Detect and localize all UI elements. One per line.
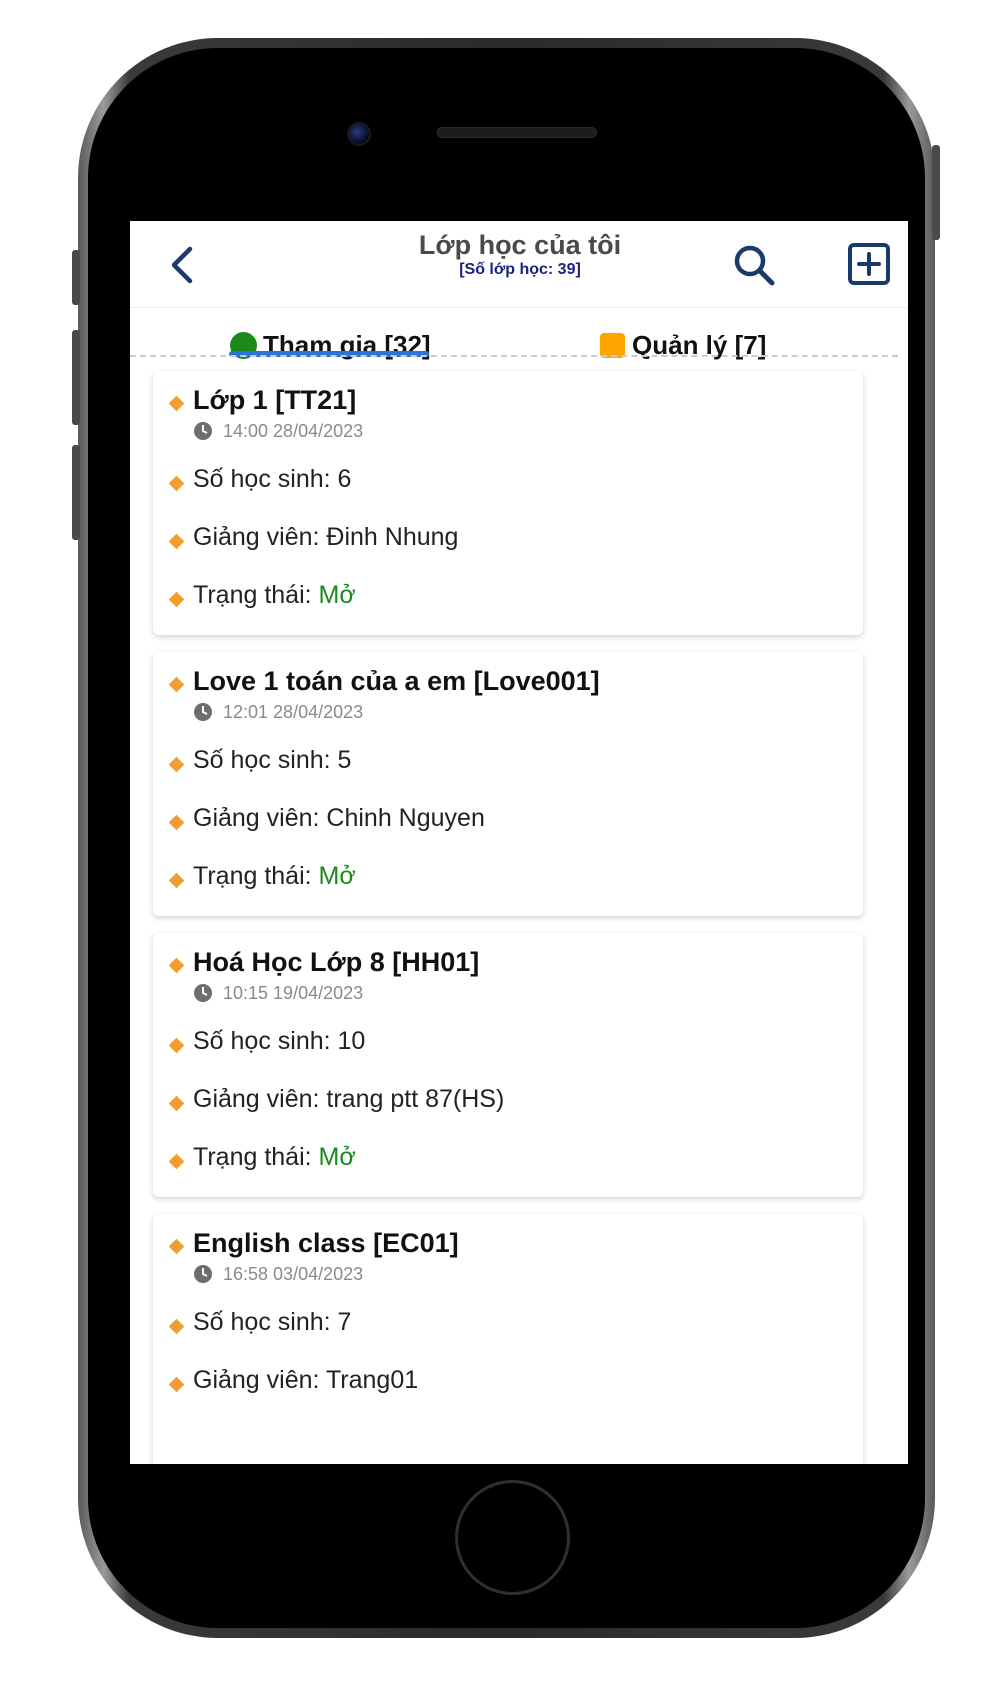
status-value: Mở — [318, 862, 356, 890]
back-button[interactable] — [164, 243, 204, 287]
search-icon — [734, 245, 775, 286]
class-status: Trạng thái: Mở — [193, 862, 356, 891]
earpiece-speaker — [437, 127, 597, 138]
diamond-bullet-icon — [168, 475, 185, 492]
page-title: Lớp học của tôi — [418, 230, 622, 260]
diamond-bullet-icon — [168, 395, 185, 412]
class-created-time: 16:58 03/04/2023 — [223, 1264, 364, 1284]
diamond-bullet-icon — [168, 1153, 185, 1170]
class-title: Lớp 1 [TT21] — [193, 385, 357, 415]
status-value: Mở — [318, 581, 356, 609]
student-count: Số học sinh: 6 — [193, 465, 352, 493]
tab-divider — [130, 355, 898, 357]
class-count-subtitle: [Số lớp học: 39] — [459, 261, 581, 278]
add-class-button[interactable] — [846, 241, 892, 287]
class-title: Love 1 toán của a em [Love001] — [193, 666, 600, 696]
class-status: Trạng thái: Mở — [193, 581, 356, 610]
header-title-group: Lớp học của tôi [Số lớp học: 39] — [330, 229, 710, 279]
diamond-bullet-icon — [168, 872, 185, 889]
app-screen: Lớp học của tôi [Số lớp học: 39] Tham gi… — [130, 221, 908, 1464]
clock-icon — [194, 984, 212, 1002]
class-created-time: 14:00 28/04/2023 — [223, 421, 364, 441]
student-count: Số học sinh: 7 — [193, 1308, 352, 1336]
diamond-bullet-icon — [168, 591, 185, 608]
app-header: Lớp học của tôi [Số lớp học: 39] — [130, 221, 908, 308]
home-button[interactable] — [455, 1480, 570, 1595]
add-square-icon — [848, 243, 890, 285]
diamond-bullet-icon — [168, 957, 185, 974]
status-label: Trạng thái: — [193, 862, 319, 890]
class-title: Hoá Học Lớp 8 [HH01] — [193, 947, 480, 977]
student-count: Số học sinh: 5 — [193, 746, 352, 774]
class-card[interactable]: Love 1 toán của a em [Love001] 12:01 28/… — [153, 652, 863, 916]
class-card[interactable]: English class [EC01] 16:58 03/04/2023 Số… — [153, 1214, 863, 1464]
class-status: Trạng thái: Mở — [193, 1143, 356, 1172]
class-created-time: 10:15 19/04/2023 — [223, 983, 364, 1003]
teacher-name: Giảng viên: Chinh Nguyen — [193, 804, 485, 832]
diamond-bullet-icon — [168, 1318, 185, 1335]
status-label: Trạng thái: — [193, 581, 319, 609]
diamond-bullet-icon — [168, 1376, 185, 1393]
status-label: Trạng thái: — [193, 1143, 319, 1171]
volume-up-button — [72, 330, 80, 425]
tab-bar: Tham gia [32] Quản lý [7] — [130, 307, 908, 377]
class-created-time: 12:01 28/04/2023 — [223, 702, 364, 722]
diamond-bullet-icon — [168, 1238, 185, 1255]
class-card[interactable]: Lớp 1 [TT21] 14:00 28/04/2023 Số học sin… — [153, 371, 863, 635]
front-camera — [347, 122, 371, 146]
diamond-bullet-icon — [168, 814, 185, 831]
mute-switch — [72, 250, 80, 305]
back-arrow-icon — [171, 246, 193, 284]
orange-square-icon — [600, 332, 625, 358]
diamond-bullet-icon — [168, 676, 185, 693]
tab-joined[interactable]: Tham gia [32] — [230, 327, 431, 363]
teacher-name: Giảng viên: trang ptt 87(HS) — [193, 1085, 505, 1113]
student-count: Số học sinh: 10 — [193, 1027, 366, 1055]
power-button — [932, 145, 940, 240]
search-button[interactable] — [730, 241, 778, 289]
status-value: Mở — [318, 1143, 356, 1171]
tab-managed[interactable]: Quản lý [7] — [600, 327, 766, 363]
teacher-name: Giảng viên: Đinh Nhung — [193, 523, 459, 551]
diamond-bullet-icon — [168, 1095, 185, 1112]
clock-icon — [194, 422, 212, 440]
diamond-bullet-icon — [168, 533, 185, 550]
teacher-name: Giảng viên: Trang01 — [193, 1366, 419, 1394]
clock-icon — [194, 703, 212, 721]
diamond-bullet-icon — [168, 756, 185, 773]
clock-icon — [194, 1265, 212, 1283]
class-card[interactable]: Hoá Học Lớp 8 [HH01] 10:15 19/04/2023 Số… — [153, 933, 863, 1197]
diamond-bullet-icon — [168, 1037, 185, 1054]
volume-down-button — [72, 445, 80, 540]
class-title: English class [EC01] — [193, 1228, 459, 1258]
